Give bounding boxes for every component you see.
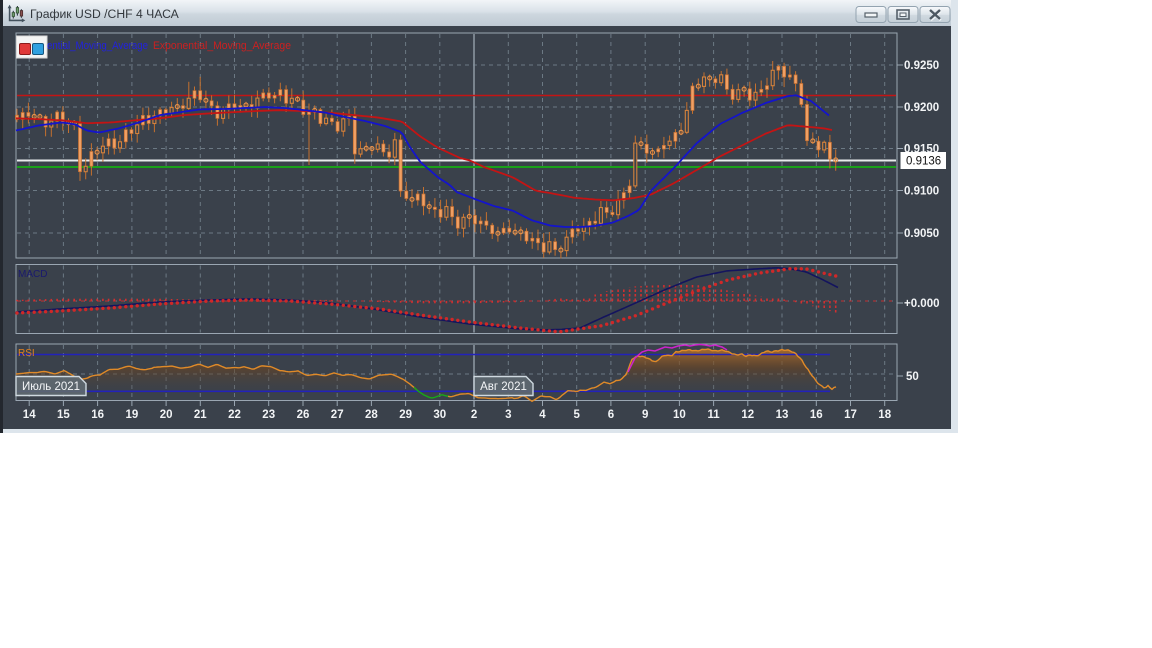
svg-text:RSI: RSI <box>18 348 35 359</box>
svg-text:0.9100: 0.9100 <box>904 186 939 198</box>
svg-text:+0.000: +0.000 <box>904 298 940 310</box>
svg-text:10: 10 <box>673 409 686 421</box>
svg-text:0.9200: 0.9200 <box>904 102 939 114</box>
svg-text:3: 3 <box>505 409 511 421</box>
svg-text:14: 14 <box>23 409 36 421</box>
svg-text:30: 30 <box>433 409 446 421</box>
svg-text:27: 27 <box>331 409 344 421</box>
svg-text:0.9136: 0.9136 <box>906 156 941 168</box>
svg-text:18: 18 <box>878 409 891 421</box>
svg-text:MACD: MACD <box>18 269 47 280</box>
svg-text:15: 15 <box>57 409 70 421</box>
svg-text:23: 23 <box>262 409 275 421</box>
svg-text:26: 26 <box>297 409 310 421</box>
svg-text:22: 22 <box>228 409 241 421</box>
svg-text:ential_Moving_Average: ential_Moving_Average <box>47 40 148 52</box>
svg-text:19: 19 <box>126 409 139 421</box>
svg-text:21: 21 <box>194 409 207 421</box>
svg-text:13: 13 <box>776 409 789 421</box>
svg-text:5: 5 <box>573 409 580 421</box>
svg-text:2: 2 <box>471 409 477 421</box>
svg-text:11: 11 <box>708 409 721 421</box>
svg-text:28: 28 <box>365 409 378 421</box>
svg-text:6: 6 <box>608 409 614 421</box>
svg-text:12: 12 <box>741 409 754 421</box>
svg-text:17: 17 <box>844 409 857 421</box>
svg-text:16: 16 <box>810 409 823 421</box>
svg-text:График USD /CHF 4 ЧАСА: График USD /CHF 4 ЧАСА <box>30 7 180 21</box>
svg-text:Июль 2021: Июль 2021 <box>22 381 80 393</box>
svg-text:16: 16 <box>91 409 104 421</box>
svg-text:50: 50 <box>906 371 919 383</box>
svg-text:20: 20 <box>160 409 173 421</box>
svg-text:Exponential_Moving_Average: Exponential_Moving_Average <box>153 40 291 52</box>
svg-text:0.9050: 0.9050 <box>904 228 939 240</box>
svg-text:9: 9 <box>642 409 648 421</box>
svg-text:0.9250: 0.9250 <box>904 60 939 72</box>
svg-text:Авг 2021: Авг 2021 <box>480 381 527 393</box>
svg-text:4: 4 <box>539 409 546 421</box>
svg-text:29: 29 <box>399 409 412 421</box>
